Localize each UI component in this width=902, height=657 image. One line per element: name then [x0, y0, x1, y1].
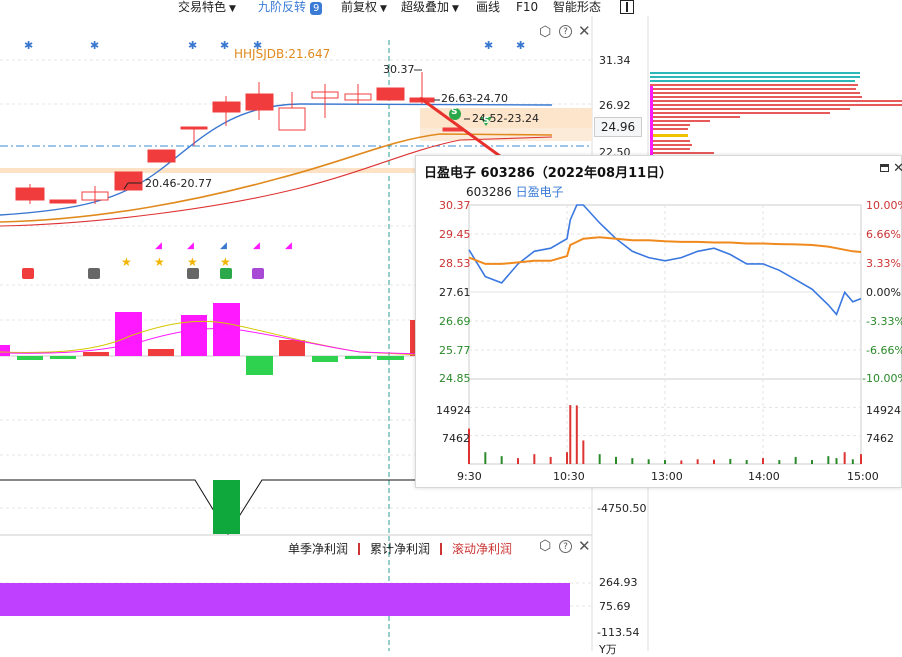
- svg-text:★: ★: [220, 255, 231, 269]
- volume-bar: [851, 459, 854, 464]
- volume-bar: [647, 459, 650, 464]
- time-tick: 15:00: [847, 470, 879, 483]
- volume-bar: [827, 456, 830, 464]
- time-tick: 14:00: [748, 470, 780, 483]
- indicator-label: HHJSJDB:21.647: [234, 47, 331, 61]
- price-tick: 26.69: [439, 315, 471, 328]
- volume-bar: [680, 460, 683, 464]
- help-icon[interactable]: ?: [559, 540, 572, 553]
- range-label-1: 26.63-24.70: [441, 92, 508, 105]
- volume-bar: [582, 440, 585, 464]
- current-price-tag: 24.96: [594, 117, 642, 137]
- price-tick: 30.37: [439, 199, 471, 212]
- svg-text:◢: ◢: [187, 241, 194, 251]
- volume-tick: 7462: [442, 432, 470, 445]
- price-tick: 24.85: [439, 372, 471, 385]
- price-axis-tick: 26.92: [599, 99, 631, 112]
- svg-text:◢: ◢: [220, 241, 227, 251]
- intraday-chart: [468, 204, 862, 465]
- svg-text:★: ★: [187, 255, 198, 269]
- volume-tick: 7462: [866, 432, 894, 445]
- volume-bar: [484, 452, 487, 464]
- volume-bar: [762, 458, 764, 464]
- svg-text:◢: ◢: [155, 241, 162, 251]
- intraday-popup: 日盈电子 603286（2022年08月11日） ✕ 603286 日盈电子 3…: [415, 155, 902, 488]
- volume-bar: [631, 458, 634, 464]
- profit-axis-tick: 75.69: [599, 600, 631, 613]
- volume-bar: [569, 405, 572, 464]
- sell-badge-1: S: [451, 107, 458, 117]
- volume-bar: [794, 456, 797, 464]
- pct-tick: 10.00%: [866, 199, 902, 212]
- close-icon[interactable]: ✕: [578, 22, 591, 40]
- help-icon[interactable]: ?: [559, 25, 572, 38]
- volume-bar: [566, 452, 568, 464]
- volume-bar: [860, 454, 862, 464]
- settings-hex-icon[interactable]: ⬡: [539, 24, 551, 40]
- volume-bar: [835, 458, 838, 464]
- svg-text:◢: ◢: [253, 241, 260, 251]
- legend-rolling-profit[interactable]: 滚动净利润: [452, 542, 512, 556]
- legend-cumulative-profit[interactable]: 累计净利润: [370, 542, 430, 556]
- volume-bar: [598, 454, 601, 464]
- pct-tick: 6.66%: [866, 228, 901, 241]
- volume-bar: [664, 460, 666, 464]
- marker-star: ✱: [484, 39, 493, 52]
- volume-bar: [745, 460, 748, 464]
- marker-star: ✱: [516, 39, 525, 52]
- settings-hex-icon[interactable]: ⬡: [539, 538, 551, 554]
- price-tick: 25.77: [439, 344, 471, 357]
- pct-tick: -10.00%: [862, 372, 902, 385]
- profit-axis-tick: -113.54: [597, 626, 640, 639]
- marker-star: ✱: [24, 39, 33, 52]
- volume-bar: [549, 456, 552, 464]
- price-tick: 28.53: [439, 257, 471, 270]
- legend-quarterly-profit[interactable]: 单季净利润: [288, 542, 348, 556]
- profit-legend: 单季净利润 累计净利润 滚动净利润: [288, 540, 512, 557]
- time-tick: 13:00: [651, 470, 683, 483]
- svg-text:◢: ◢: [285, 241, 292, 251]
- volume-bar: [500, 456, 503, 464]
- time-tick: 10:30: [553, 470, 585, 483]
- marker-star: ✱: [220, 39, 229, 52]
- volume-tick: 14924: [436, 404, 471, 417]
- pct-tick: -6.66%: [866, 344, 902, 357]
- svg-text:★: ★: [154, 255, 165, 269]
- svg-text:★: ★: [121, 255, 132, 269]
- close-icon[interactable]: ✕: [578, 537, 591, 555]
- volume-bar: [615, 456, 617, 464]
- price-tick: 29.45: [439, 228, 471, 241]
- volume-bar: [696, 459, 699, 464]
- marker-star: ✱: [90, 39, 99, 52]
- range-label-3: 20.46-20.77: [145, 177, 212, 190]
- marker-star: ✱: [188, 39, 197, 52]
- sell-badge-2: S: [483, 116, 490, 126]
- high-price-label: 30.37: [383, 63, 415, 76]
- pct-tick: 0.00%: [866, 286, 901, 299]
- volume-bar: [713, 459, 715, 464]
- pct-tick: 3.33%: [866, 257, 901, 270]
- volume-bar: [729, 458, 732, 464]
- volume-bar: [843, 452, 846, 464]
- time-tick: 9:30: [457, 470, 482, 483]
- volume-bar: [778, 460, 781, 464]
- volume-bar: [533, 454, 536, 464]
- volume-tick: 14924: [866, 404, 901, 417]
- volume-bar: [517, 458, 519, 464]
- volume-bar: [811, 460, 813, 464]
- volume-bar: [575, 405, 578, 464]
- profit-axis-tick: 264.93: [599, 576, 638, 589]
- osc-axis-tick: -4750.50: [597, 502, 647, 515]
- pct-tick: -3.33%: [866, 315, 902, 328]
- price-axis-tick: 31.34: [599, 54, 631, 67]
- profit-axis-unit: Y万: [599, 643, 617, 656]
- price-tick: 27.61: [439, 286, 471, 299]
